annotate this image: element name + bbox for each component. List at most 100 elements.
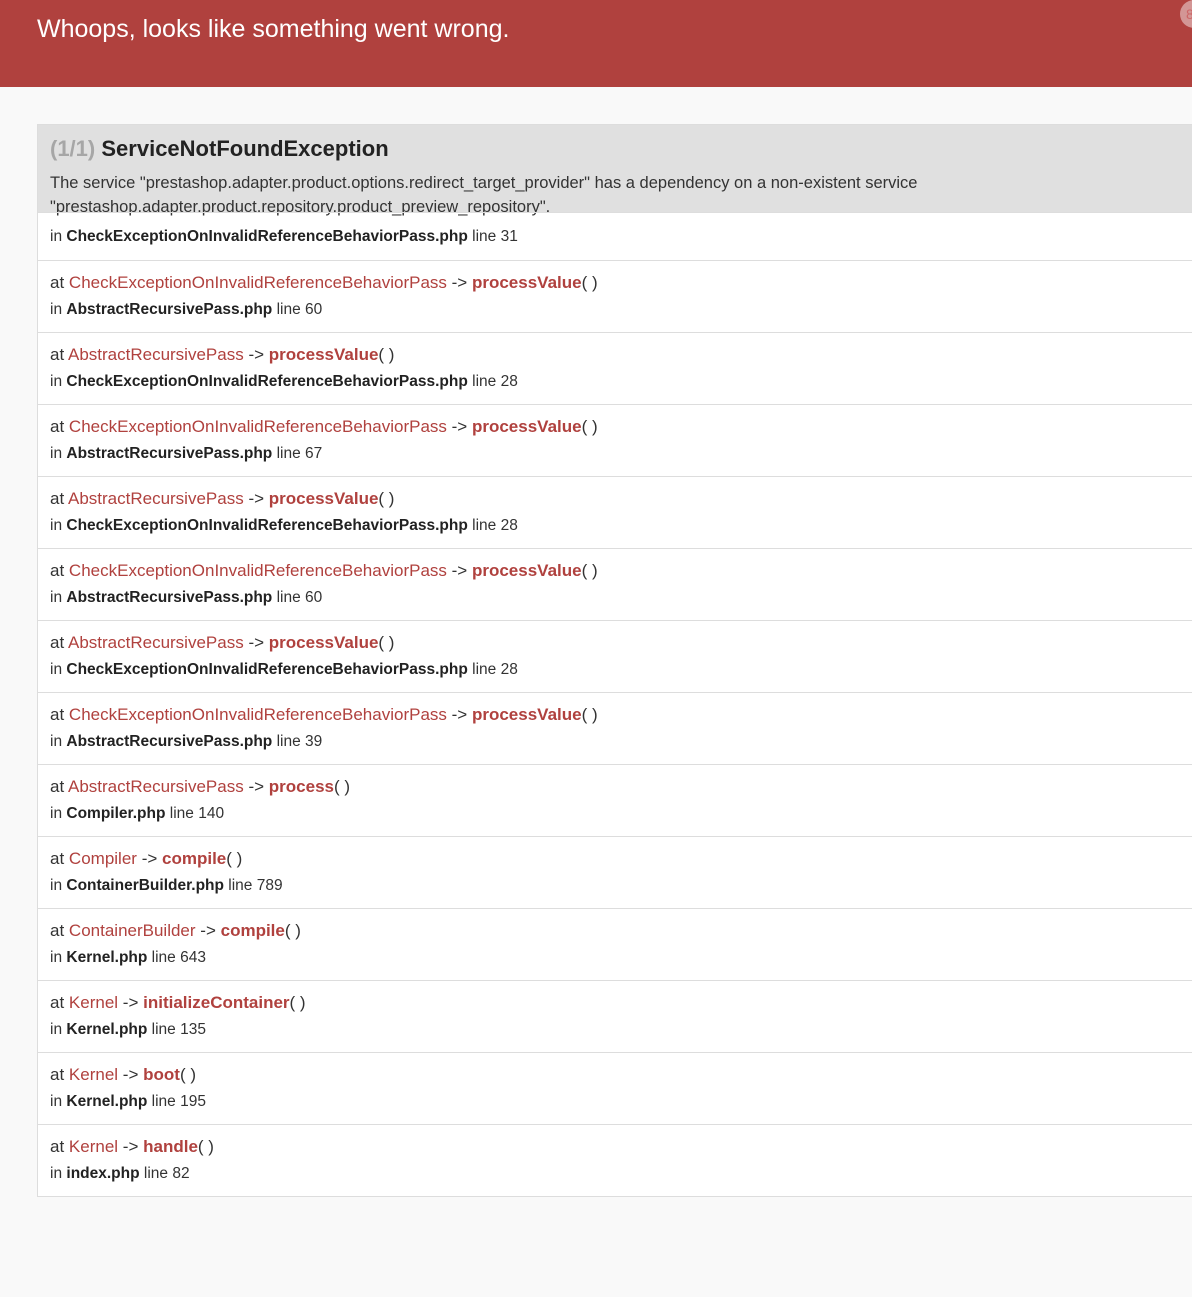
trace-class[interactable]: ContainerBuilder [69,921,196,940]
trace-method[interactable]: boot [143,1065,180,1084]
at-label: at [50,633,65,652]
trace-method[interactable]: compile [221,921,285,940]
trace-class[interactable]: AbstractRecursivePass [68,633,244,652]
trace-call: at CheckExceptionOnInvalidReferenceBehav… [50,559,598,583]
trace-file[interactable]: CheckExceptionOnInvalidReferenceBehavior… [66,517,467,534]
trace-call: at Kernel -> initializeContainer( ) [50,991,306,1015]
trace-class[interactable]: Kernel [69,1137,118,1156]
trace-location: in AbstractRecursivePass.php line 60 [50,587,322,609]
trace-file[interactable]: ContainerBuilder.php [66,877,224,894]
at-label: at [50,489,65,508]
trace-line: 60 [305,301,323,318]
trace-file[interactable]: CheckExceptionOnInvalidReferenceBehavior… [66,373,467,390]
at-label: at [50,1137,65,1156]
trace-class[interactable]: CheckExceptionOnInvalidReferenceBehavior… [69,705,447,724]
arrow-label: -> [122,1137,139,1156]
arrow-label: -> [451,417,468,436]
line-label: line [151,949,176,966]
line-label: line [143,1165,169,1182]
trace-method[interactable]: processValue [472,273,582,292]
in-label: in [50,1165,63,1182]
in-label: in [50,949,63,966]
trace-method[interactable]: processValue [472,417,582,436]
trace-method[interactable]: processValue [269,345,379,364]
line-label: line [472,517,497,534]
trace-call: at AbstractRecursivePass -> processValue… [50,631,394,655]
header-title: Whoops, looks like something went wrong. [37,15,510,43]
arrow-label: -> [451,561,468,580]
trace-class[interactable]: CheckExceptionOnInvalidReferenceBehavior… [69,561,447,580]
trace-file[interactable]: AbstractRecursivePass.php [66,301,272,318]
trace-location: in AbstractRecursivePass.php line 39 [50,731,322,753]
at-label: at [50,849,65,868]
trace-call: at CheckExceptionOnInvalidReferenceBehav… [50,271,598,295]
trace-method[interactable]: initializeContainer [143,993,289,1012]
trace-line: 39 [305,733,323,750]
trace-file[interactable]: AbstractRecursivePass.php [66,589,272,606]
trace-class[interactable]: AbstractRecursivePass [68,345,244,364]
trace-method[interactable]: processValue [269,633,379,652]
parens-label: ( ) [581,705,598,724]
trace-method[interactable]: processValue [472,705,582,724]
trace-class[interactable]: Kernel [69,993,118,1012]
trace-line: 28 [500,517,518,534]
trace-method[interactable]: handle [143,1137,198,1156]
trace-location: in Kernel.php line 643 [50,947,206,969]
trace-method[interactable]: processValue [472,561,582,580]
parens-label: ( ) [581,561,598,580]
trace-call: at AbstractRecursivePass -> processValue… [50,343,394,367]
in-label: in [50,661,63,678]
trace-file[interactable]: CheckExceptionOnInvalidReferenceBehavior… [66,661,467,678]
arrow-label: -> [248,345,265,364]
trace-call: at AbstractRecursivePass -> processValue… [50,487,394,511]
trace-file[interactable]: Kernel.php [66,949,147,966]
trace-file[interactable]: Kernel.php [66,1093,147,1110]
trace-line: 789 [256,877,283,894]
trace-line: 67 [305,445,323,462]
trace-frame: at AbstractRecursivePass -> processValue… [38,620,1192,692]
trace-location: in AbstractRecursivePass.php line 60 [50,299,322,321]
trace-class[interactable]: Kernel [69,1065,118,1084]
trace-file[interactable]: Compiler.php [66,805,165,822]
exception-name: ServiceNotFoundException [101,136,389,161]
in-label: in [50,1093,63,1110]
trace-class[interactable]: CheckExceptionOnInvalidReferenceBehavior… [69,417,447,436]
parens-label: ( ) [581,417,598,436]
parens-label: ( ) [289,993,306,1012]
trace-method[interactable]: compile [162,849,226,868]
parens-label: ( ) [333,777,351,796]
trace-frame: at AbstractRecursivePass -> processValue… [38,476,1192,548]
trace-location: in Kernel.php line 195 [50,1091,206,1113]
trace-line: 60 [305,589,323,606]
trace-file[interactable]: CheckExceptionOnInvalidReferenceBehavior… [66,228,467,245]
trace-line: 140 [198,805,225,822]
trace-location: in Compiler.php line 140 [50,803,224,825]
trace-file[interactable]: AbstractRecursivePass.php [66,733,272,750]
trace-line: 82 [172,1165,190,1182]
at-label: at [50,1065,65,1084]
trace-frame: at CheckExceptionOnInvalidReferenceBehav… [38,548,1192,620]
trace-line: 31 [500,228,518,245]
trace-class[interactable]: CheckExceptionOnInvalidReferenceBehavior… [69,273,447,292]
trace-location: in CheckExceptionOnInvalidReferenceBehav… [50,515,518,537]
at-label: at [50,345,65,364]
trace-file[interactable]: Kernel.php [66,1021,147,1038]
trace-line: 28 [500,373,518,390]
trace-class[interactable]: Compiler [69,849,137,868]
trace-call: at CheckExceptionOnInvalidReferenceBehav… [50,415,598,439]
trace-frame: at CheckExceptionOnInvalidReferenceBehav… [38,404,1192,476]
trace-class[interactable]: AbstractRecursivePass [68,777,244,796]
trace-method[interactable]: process [269,777,334,796]
circle-badge-icon[interactable]: 8 [1180,0,1192,28]
trace-location: in CheckExceptionOnInvalidReferenceBehav… [50,226,518,248]
arrow-label: -> [248,633,265,652]
trace-class[interactable]: AbstractRecursivePass [68,489,244,508]
arrow-label: -> [200,921,216,940]
trace-file[interactable]: index.php [66,1165,139,1182]
arrow-label: -> [122,1065,139,1084]
arrow-label: -> [141,849,158,868]
line-label: line [151,1021,176,1038]
trace-frame: at Kernel -> handle( ) in index.php line … [38,1124,1192,1196]
trace-method[interactable]: processValue [269,489,379,508]
trace-file[interactable]: AbstractRecursivePass.php [66,445,272,462]
